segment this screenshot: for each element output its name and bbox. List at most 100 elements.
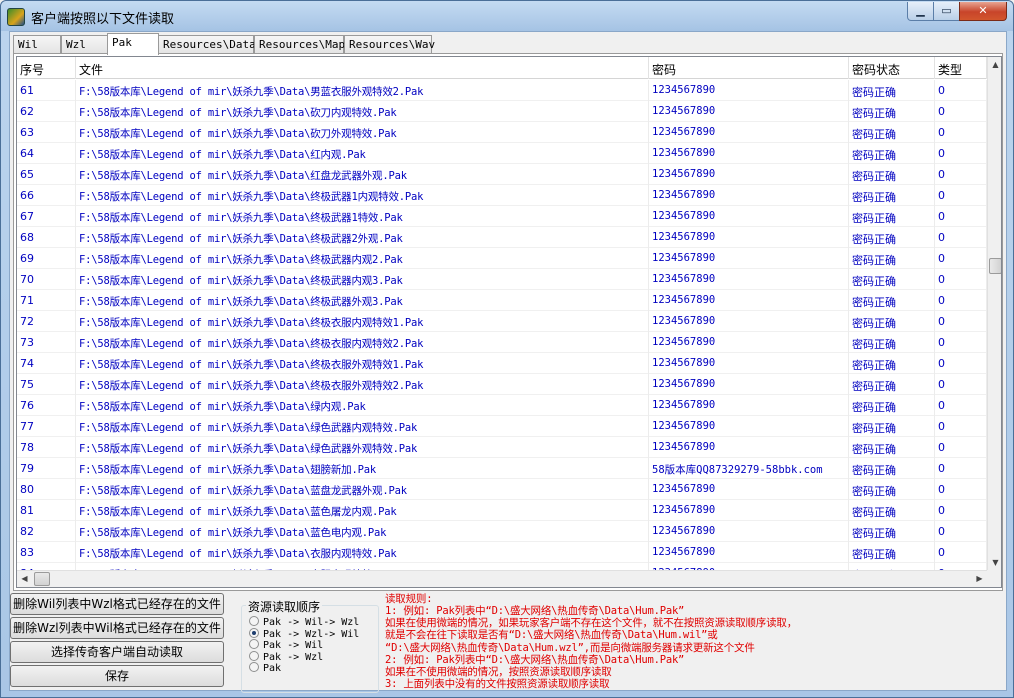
scroll-left-arrow-icon[interactable]: ◀ — [17, 571, 32, 587]
radio-button-icon[interactable] — [249, 627, 259, 638]
cell-file-path: F:\58版本库\Legend of mir\妖杀九季\Data\绿内观.Pak — [76, 395, 649, 416]
table-row[interactable]: 84F:\58版本库\Legend of mir\妖杀九季\Data\衣服内观特… — [17, 563, 987, 570]
cell-file-path: F:\58版本库\Legend of mir\妖杀九季\Data\终极武器1特效… — [76, 206, 649, 227]
horizontal-scrollbar[interactable]: ◀ ▶ — [17, 570, 987, 587]
cell-password-status: 密码正确 — [849, 206, 935, 227]
cell-file-path: F:\58版本库\Legend of mir\妖杀九季\Data\蓝色电内观.P… — [76, 521, 649, 542]
cell-index: 61 — [17, 80, 76, 101]
radio-button-icon[interactable] — [249, 639, 259, 649]
resource-order-option[interactable]: Pak -> Wil — [249, 639, 323, 651]
cell-password-status: 密码正确 — [849, 311, 935, 332]
scroll-right-arrow-icon[interactable]: ▶ — [972, 571, 987, 587]
table-row[interactable]: 75 F:\58版本库\Legend of mir\妖杀九季\Data\终极衣服外… — [17, 374, 987, 395]
table-row[interactable]: 68 F:\58版本库\Legend of mir\妖杀九季\Data\终极武器2… — [17, 227, 987, 248]
tab-wzl[interactable]: Wzl — [61, 35, 109, 54]
cell-file-path: F:\58版本库\Legend of mir\妖杀九季\Data\蓝盘龙武器外观… — [76, 479, 649, 500]
table-row[interactable]: 73 F:\58版本库\Legend of mir\妖杀九季\Data\终极衣服内… — [17, 332, 987, 353]
cell-type: 0 — [935, 80, 987, 101]
tab-pak[interactable]: Pak — [107, 33, 159, 55]
horizontal-scroll-thumb[interactable] — [34, 572, 50, 586]
cell-type: 0 — [935, 206, 987, 227]
table-row[interactable]: 71 F:\58版本库\Legend of mir\妖杀九季\Data\终极武器外… — [17, 290, 987, 311]
scroll-down-arrow-icon[interactable]: ▼ — [988, 555, 1001, 570]
vertical-scrollbar[interactable]: ▲ ▼ — [987, 57, 1001, 570]
table-row[interactable]: 70 F:\58版本库\Legend of mir\妖杀九季\Data\终极武器内… — [17, 269, 987, 290]
cell-type: 0 — [935, 143, 987, 164]
cell-type: 0 — [935, 521, 987, 542]
cell-type: 0 — [935, 563, 987, 570]
column-header-type[interactable]: 类型 — [935, 57, 987, 79]
radio-button-icon[interactable] — [249, 616, 259, 626]
table-row[interactable]: 77 F:\58版本库\Legend of mir\妖杀九季\Data\绿色武器内… — [17, 416, 987, 437]
table-row[interactable]: 65 F:\58版本库\Legend of mir\妖杀九季\Data\红盘龙武器… — [17, 164, 987, 185]
cell-file-path: F:\58版本库\Legend of mir\妖杀九季\Data\男蓝衣服外观特… — [76, 80, 649, 101]
cell-file-path: F:\58版本库\Legend of mir\妖杀九季\Data\终极衣服外观特… — [76, 374, 649, 395]
table-row[interactable]: 66 F:\58版本库\Legend of mir\妖杀九季\Data\终极武器1… — [17, 185, 987, 206]
cell-file-path: F:\58版本库\Legend of mir\妖杀九季\Data\终极武器内观2… — [76, 248, 649, 269]
tab-resources-data[interactable]: Resources\Data — [158, 35, 256, 54]
table-row[interactable]: 74 F:\58版本库\Legend of mir\妖杀九季\Data\终极衣服外… — [17, 353, 987, 374]
table-row[interactable]: 63 F:\58版本库\Legend of mir\妖杀九季\Data\砍刀外观特… — [17, 122, 987, 143]
cell-file-path: F:\58版本库\Legend of mir\妖杀九季\Data\红盘龙武器外观… — [76, 164, 649, 185]
resource-order-option[interactable]: Pak — [249, 662, 281, 674]
maximize-button[interactable]: ▭ — [933, 2, 960, 21]
column-header-password-status[interactable]: 密码状态 — [849, 57, 935, 79]
table-row[interactable]: 80 F:\58版本库\Legend of mir\妖杀九季\Data\蓝盘龙武器… — [17, 479, 987, 500]
pak-file-list[interactable]: 序号 文件 密码 密码状态 类型 61 F:\58版本库\Legend of mi… — [16, 56, 1002, 588]
resource-order-option[interactable]: Pak -> Wil-> Wzl — [249, 616, 359, 628]
cell-password-status: 密码正确 — [849, 374, 935, 395]
cell-type: 0 — [935, 185, 987, 206]
client-area: Wil Wzl Pak Resources\Data Resources\Map… — [9, 31, 1007, 691]
cell-index: 70 — [17, 269, 76, 290]
cell-password-status: 密码正确 — [849, 542, 935, 563]
table-row[interactable]: 78 F:\58版本库\Legend of mir\妖杀九季\Data\绿色武器外… — [17, 437, 987, 458]
title-bar[interactable]: 客户端按照以下文件读取 ▁ ▭ ✕ — [1, 1, 1013, 31]
cell-password-status: 密码正确 — [849, 185, 935, 206]
resource-order-option[interactable]: Pak -> Wzl — [249, 650, 323, 663]
radio-button-icon[interactable] — [249, 650, 259, 661]
cell-password: 1234567890 — [649, 479, 849, 500]
resource-order-option-label: Pak — [263, 663, 282, 674]
cell-password-status: 密码正确 — [849, 122, 935, 143]
column-header-password[interactable]: 密码 — [649, 57, 849, 79]
cell-password-status: 密码正确 — [849, 101, 935, 122]
auto-read-client-button[interactable]: 选择传奇客户端自动读取 — [10, 641, 224, 663]
table-row[interactable]: 82 F:\58版本库\Legend of mir\妖杀九季\Data\蓝色电内观… — [17, 521, 987, 542]
delete-wzl-duplicates-button[interactable]: 删除Wzl列表中Wil格式已经存在的文件 — [10, 617, 224, 639]
tab-resources-map[interactable]: Resources\Map — [254, 35, 345, 54]
resource-order-option[interactable]: Pak -> Wzl-> Wil — [249, 627, 359, 640]
column-header-file[interactable]: 文件 — [76, 57, 649, 79]
close-button[interactable]: ✕ — [959, 2, 1007, 21]
list-header: 序号 文件 密码 密码状态 类型 — [17, 57, 987, 79]
cell-password: 1234567890 — [649, 227, 849, 248]
app-window: 客户端按照以下文件读取 ▁ ▭ ✕ Wil Wzl Pak Resources\… — [0, 0, 1014, 698]
table-row[interactable]: 76 F:\58版本库\Legend of mir\妖杀九季\Data\绿内观.P… — [17, 395, 987, 416]
cell-password: 1234567890 — [649, 521, 849, 542]
cell-index: 69 — [17, 248, 76, 269]
cell-type: 0 — [935, 395, 987, 416]
minimize-button[interactable]: ▁ — [907, 2, 934, 21]
vertical-scroll-thumb[interactable] — [989, 258, 1001, 274]
scroll-corner — [987, 570, 1001, 587]
cell-file-path: F:\58版本库\Legend of mir\妖杀九季\Data\蓝色屠龙内观.… — [76, 500, 649, 521]
scroll-up-arrow-icon[interactable]: ▲ — [988, 57, 1001, 72]
table-row[interactable]: 81 F:\58版本库\Legend of mir\妖杀九季\Data\蓝色屠龙内… — [17, 500, 987, 521]
table-row[interactable]: 83 F:\58版本库\Legend of mir\妖杀九季\Data\衣服内观特… — [17, 542, 987, 563]
cell-index: 71 — [17, 290, 76, 311]
cell-password-status: 密码正确 — [849, 479, 935, 500]
radio-button-icon[interactable] — [249, 662, 259, 672]
table-row[interactable]: 67 F:\58版本库\Legend of mir\妖杀九季\Data\终极武器1… — [17, 206, 987, 227]
table-row[interactable]: 69 F:\58版本库\Legend of mir\妖杀九季\Data\终极武器内… — [17, 248, 987, 269]
column-header-index[interactable]: 序号 — [17, 57, 76, 79]
resource-order-title: 资源读取顺序 — [246, 598, 323, 615]
table-row[interactable]: 79 F:\58版本库\Legend of mir\妖杀九季\Data\翅膀新加.… — [17, 458, 987, 479]
table-row[interactable]: 62 F:\58版本库\Legend of mir\妖杀九季\Data\砍刀内观特… — [17, 101, 987, 122]
table-row[interactable]: 72 F:\58版本库\Legend of mir\妖杀九季\Data\终极衣服内… — [17, 311, 987, 332]
resource-order-option-label: Pak -> Wil-> Wzl — [263, 617, 360, 628]
delete-wil-duplicates-button[interactable]: 删除Wil列表中Wzl格式已经存在的文件 — [10, 593, 224, 615]
tab-resources-wav[interactable]: Resources\Wav — [344, 35, 435, 54]
table-row[interactable]: 61 F:\58版本库\Legend of mir\妖杀九季\Data\男蓝衣服外… — [17, 80, 987, 101]
table-row[interactable]: 64 F:\58版本库\Legend of mir\妖杀九季\Data\红内观.P… — [17, 143, 987, 164]
save-button[interactable]: 保存 — [10, 665, 224, 687]
tab-wil[interactable]: Wil — [13, 35, 61, 54]
